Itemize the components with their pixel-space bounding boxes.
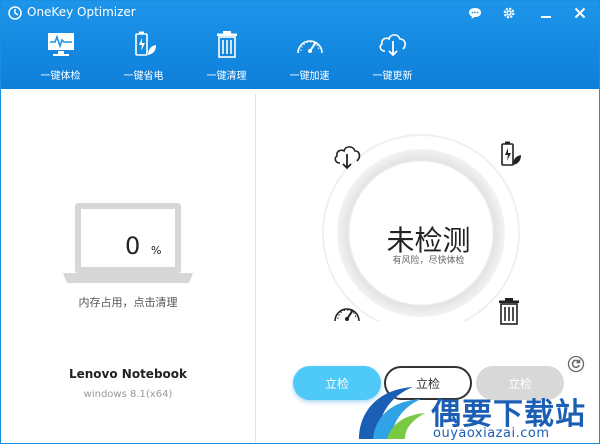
battery-leaf-icon [134,31,156,56]
nav-item-checkup[interactable]: 一键体检 [19,27,102,87]
app-title: OneKey Optimizer [27,5,136,19]
nav-label: 一键体检 [40,71,81,82]
gear-icon [503,7,515,19]
refresh-icon[interactable] [567,355,585,373]
app-logo-icon [8,6,22,20]
nav-label: 一键加速 [289,71,330,82]
settings-button[interactable] [500,4,518,22]
watermark-url: ouyaoxiazai.com [433,426,550,441]
speedometer-icon [296,40,323,54]
nav-label: 一键省电 [123,71,164,82]
battery-leaf-icon[interactable] [499,139,523,169]
nav-item-clean[interactable]: 一键清理 [185,27,268,87]
nav-label: 一键清理 [206,71,247,82]
title-bar[interactable]: OneKey Optimizer [1,1,599,25]
watermark-logo [359,387,425,439]
chat-icon [469,7,481,19]
feedback-button[interactable] [466,4,484,22]
minimize-button[interactable] [537,4,555,22]
device-name: Lenovo Notebook [68,367,188,381]
trash-icon[interactable] [497,297,521,325]
minimize-icon [541,16,551,18]
trash-icon [216,31,237,58]
header: OneKey Optimizer 一键体检 一键省电 一键清理 一键加速 一键更… [1,1,599,89]
nav-item-speedup[interactable]: 一键加速 [268,27,351,87]
memory-usage-unit: % [151,244,162,257]
speedometer-icon[interactable] [331,297,363,325]
app-window: OneKey Optimizer 一键体检 一键省电 一键清理 一键加速 一键更… [0,0,600,444]
main-nav: 一键体检 一键省电 一键清理 一键加速 一键更新 [19,27,434,87]
memory-clean-caption[interactable]: 内存占用，点击清理 [1,294,255,310]
device-os: windows 8.1(x64) [83,389,173,400]
cloud-download-icon[interactable] [332,144,362,170]
nav-item-update[interactable]: 一键更新 [351,27,434,87]
nav-item-power-save[interactable]: 一键省电 [102,27,185,87]
monitor-pulse-icon [47,33,74,56]
close-icon [574,7,586,19]
close-button[interactable] [571,4,589,22]
memory-usage-value: 0 [125,232,141,260]
cloud-download-icon [379,34,406,57]
nav-label: 一键更新 [372,71,413,82]
